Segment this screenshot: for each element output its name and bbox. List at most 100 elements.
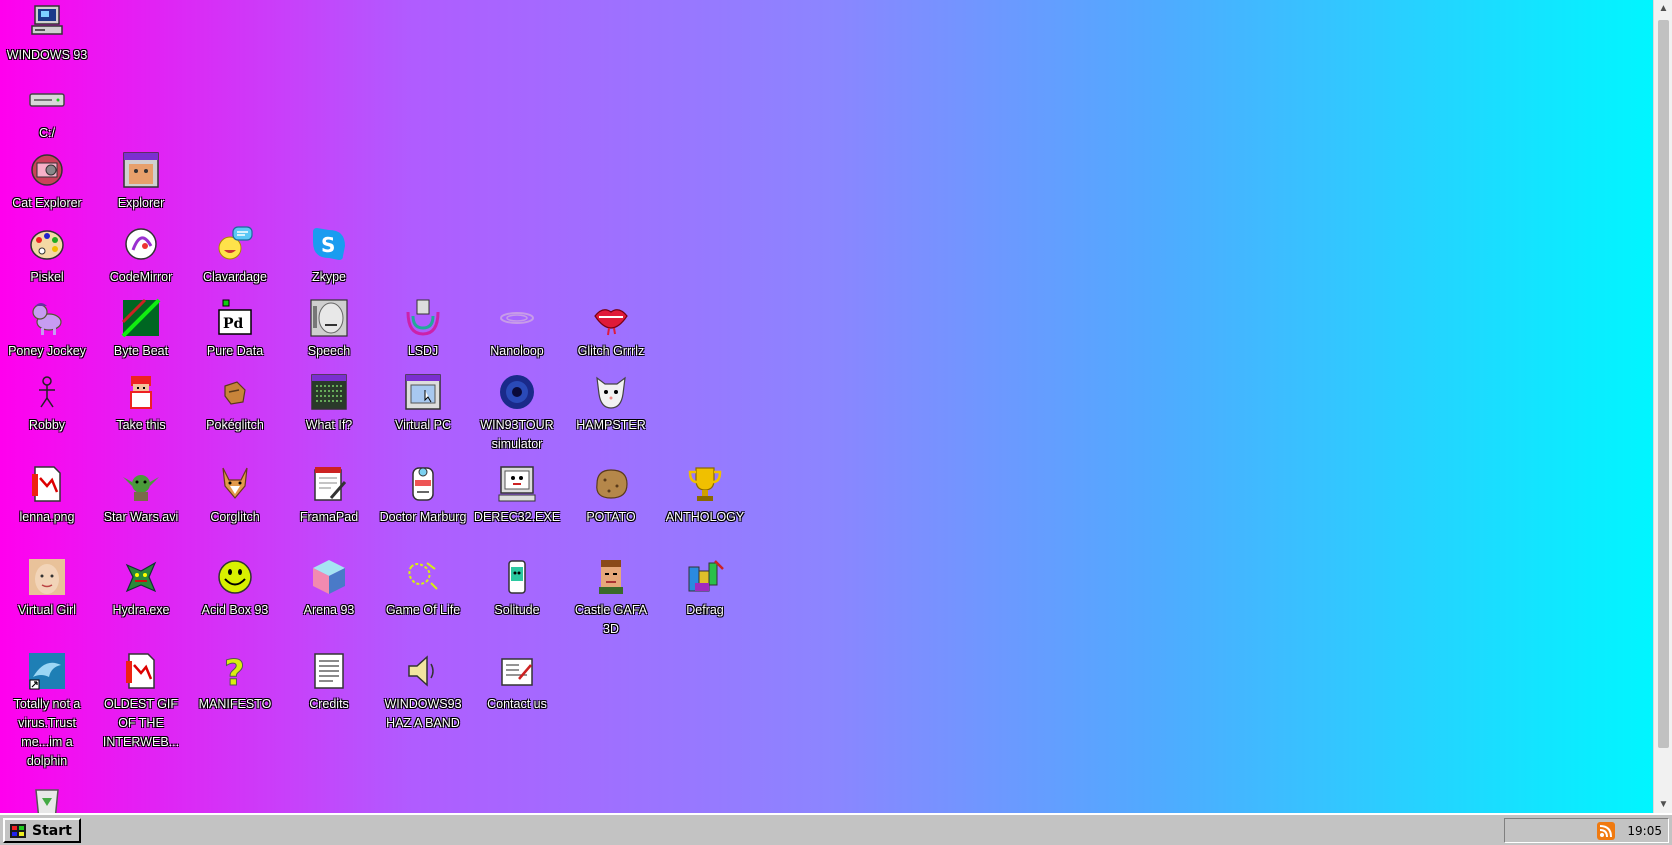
nanoloop-icon: [500, 312, 534, 324]
rss-icon[interactable]: [1597, 821, 1616, 840]
desktop-icon-byte-beat[interactable]: Byte Beat: [94, 298, 188, 361]
desktop-icon-label: Piskel: [30, 270, 64, 284]
desktop-icon-speech[interactable]: Speech: [282, 298, 376, 361]
desktop-icon-label: POTATO: [586, 510, 636, 524]
start-label: Start: [32, 822, 72, 839]
potato-icon: [596, 469, 628, 499]
desktop-icon-lsdj[interactable]: LSDJ: [376, 298, 470, 361]
desktop-icon-haz-a-band[interactable]: WINDOWS93 HAZ A BAND: [376, 651, 470, 733]
desktop-icon-potato[interactable]: POTATO: [564, 464, 658, 527]
desktop-icon-framapad[interactable]: FramaPad: [282, 464, 376, 527]
dolphin-icon: [29, 653, 65, 690]
desktop-icon-label: WINDOWS93 HAZ A BAND: [384, 697, 462, 730]
hamster-icon: [596, 376, 626, 409]
desktop-icon-castle-gafa[interactable]: Castle GAFA 3D: [564, 557, 658, 639]
desktop-icon-c-drive[interactable]: C:/: [0, 80, 94, 143]
desktop-icon-lenna[interactable]: lenna.png: [0, 464, 94, 527]
desktop-icon-windows93[interactable]: WINDOWS 93: [0, 2, 94, 65]
image-file-icon: [32, 466, 61, 502]
desktop-icon-derec32[interactable]: DEREC32.EXE: [470, 464, 564, 527]
svg-text:?: ?: [224, 653, 245, 691]
desktop-icon-solitude[interactable]: Solitude: [470, 557, 564, 620]
desktop-icon-contact-us[interactable]: Contact us: [470, 651, 564, 714]
vertical-scrollbar[interactable]: ▲ ▼: [1653, 0, 1672, 813]
scroll-down-icon[interactable]: ▼: [1654, 796, 1672, 813]
desktop-icon-pokeglitch[interactable]: Pokéglitch: [188, 372, 282, 435]
desktop-icon-hydra[interactable]: Hydra.exe: [94, 557, 188, 620]
desktop-icon-label: Doctor Marburg: [379, 510, 467, 524]
start-logo-icon: [10, 823, 26, 838]
speaker-icon: [408, 655, 434, 687]
defrag-icon: [688, 560, 724, 592]
recycle-bin-icon: [35, 789, 59, 813]
desktop-icon-dolphin[interactable]: Totally not a virus.Trust me...im a dolp…: [0, 651, 94, 771]
desktop-icon-piskel[interactable]: Piskel: [0, 224, 94, 287]
desktop-icon-label: OLDEST GIF OF THE INTERWEB...: [102, 697, 180, 749]
desktop-icon-manifesto[interactable]: ? MANIFESTO: [188, 651, 282, 714]
nyan-cat-icon: [31, 154, 63, 186]
desktop-icon-virtual-girl[interactable]: Virtual Girl: [0, 557, 94, 620]
zkype-icon: S: [313, 228, 345, 260]
desktop-icon-arena93[interactable]: Arena 93: [282, 557, 376, 620]
desktop-icon-glitch-grrrlz[interactable]: Glitch Grrrlz: [564, 298, 658, 361]
desktop-icon-doctor-marburg[interactable]: Doctor Marburg: [376, 464, 470, 527]
desktop-icon-nanoloop[interactable]: Nanoloop: [470, 298, 564, 361]
desktop-icon-label: Speech: [307, 344, 351, 358]
desktop-icon-anthology[interactable]: ANTHOLOGY: [658, 464, 752, 527]
gif-file-icon: [126, 653, 155, 689]
desktop-icon-defrag[interactable]: Defrag: [658, 557, 752, 620]
desktop-icon-label: What If?: [305, 418, 353, 432]
desktop-icon-hampster[interactable]: HAMPSTER: [564, 372, 658, 435]
desktop-icon-acid-box[interactable]: Acid Box 93: [188, 557, 282, 620]
desktop-icon-pure-data[interactable]: Pd Pure Data: [188, 298, 282, 361]
desktop-icon-star-wars[interactable]: Star Wars.avi: [94, 464, 188, 527]
desktop-icon-codemirror[interactable]: CodeMirror: [94, 224, 188, 287]
desktop-icon-game-of-life[interactable]: Game Of Life: [376, 557, 470, 620]
desktop-icon-label: Star Wars.avi: [103, 510, 179, 524]
start-button[interactable]: Start: [3, 818, 81, 843]
document-icon: [314, 653, 344, 689]
explorer-window-icon: [123, 152, 159, 188]
virtual-pc-icon: [405, 374, 441, 410]
desktop-icon-label: Pokéglitch: [206, 418, 264, 432]
desktop-icon-explorer[interactable]: Explorer: [94, 150, 188, 213]
desktop-icon-robby[interactable]: Robby: [0, 372, 94, 435]
desktop-icon-label: ANTHOLOGY: [665, 510, 745, 524]
desktop-icon-cat-explorer[interactable]: Cat Explorer: [0, 150, 94, 213]
system-tray: 19:05: [1504, 818, 1669, 843]
svg-text:S: S: [321, 233, 335, 257]
game-of-life-icon: [408, 562, 438, 590]
desktop-icon-virtual-pc[interactable]: Virtual PC: [376, 372, 470, 435]
desktop-icon-clavardage[interactable]: Clavardage: [188, 224, 282, 287]
desktop-icon-zkype[interactable]: S Zkype: [282, 224, 376, 287]
desktop-icon-corglitch[interactable]: Corglitch: [188, 464, 282, 527]
clock[interactable]: 19:05: [1627, 824, 1662, 838]
pokeglitch-icon: [224, 381, 246, 405]
palette-icon: [30, 230, 64, 260]
desktop-icon-take-this[interactable]: Take this: [94, 372, 188, 435]
hydra-icon: [125, 561, 157, 593]
desktop-icon-label: LSDJ: [407, 344, 439, 358]
acid-smiley-icon: [218, 560, 252, 594]
desktop-icon-label: Credits: [309, 697, 349, 711]
desktop-icon-label: Glitch Grrrlz: [577, 344, 645, 358]
desktop-icon-recycle-bin[interactable]: [0, 782, 94, 813]
desktop-icon-label: Byte Beat: [113, 344, 169, 358]
lsdj-icon: [406, 299, 440, 336]
desktop-icon-oldest-gif[interactable]: OLDEST GIF OF THE INTERWEB...: [94, 651, 188, 752]
taskbar: Start 19:05: [0, 813, 1672, 845]
trophy-icon: [688, 467, 722, 501]
desktop-icon-poney-jockey[interactable]: Poney Jockey: [0, 298, 94, 361]
solitude-icon: [508, 560, 526, 594]
desktop-icon-label: Corglitch: [210, 510, 260, 524]
scrollbar-thumb[interactable]: [1658, 20, 1669, 748]
scroll-up-icon[interactable]: ▲: [1654, 0, 1672, 17]
pony-icon: [32, 303, 62, 335]
question-mark-icon: ?: [224, 653, 246, 692]
desktop-icon-label: Game Of Life: [385, 603, 461, 617]
take-this-icon: [130, 376, 152, 409]
desktop-icon-what-if[interactable]: What If?: [282, 372, 376, 435]
desktop-icon-credits[interactable]: Credits: [282, 651, 376, 714]
desktop-icon-win93tour[interactable]: WIN93TOUR simulator: [470, 372, 564, 454]
svg-text:Pd: Pd: [223, 316, 244, 332]
